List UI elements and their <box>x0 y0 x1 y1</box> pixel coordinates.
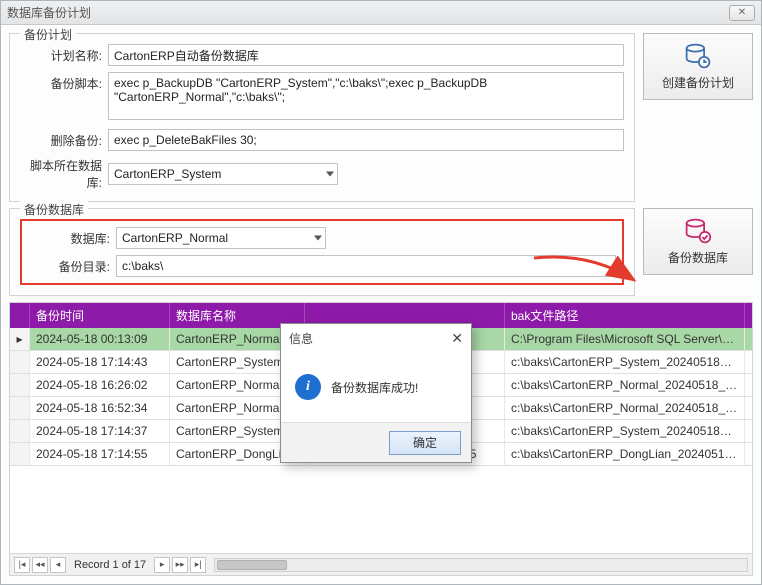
create-backup-plan-label: 创建备份计划 <box>662 74 734 91</box>
cell-bakpath: c:\baks\CartonERP_Normal_20240518_16 <box>505 397 745 419</box>
label-script: 备份脚本: <box>20 72 108 92</box>
label-script-db: 脚本所在数据库: <box>20 157 108 191</box>
cell-bakpath: c:\baks\CartonERP_System_20240518_17 <box>505 351 745 373</box>
grid-navigator: |◂ ◂◂ ◂ Record 1 of 17 ▸ ▸▸ ▸| <box>10 553 752 575</box>
cell-time: 2024-05-18 17:14:37 <box>30 420 170 442</box>
content-area: 备份计划 计划名称: 备份脚本: 删除备份: 脚本所在数据库: <box>1 25 761 584</box>
cell-bakpath: c:\baks\CartonERP_DongLian_20240518_1 <box>505 443 745 465</box>
cell-time: 2024-05-18 00:13:09 <box>30 328 170 350</box>
grid-hscroll-thumb[interactable] <box>217 560 287 570</box>
modal-message: 备份数据库成功! <box>331 379 418 396</box>
window-close-button[interactable]: ✕ <box>729 5 755 21</box>
input-backup-script[interactable] <box>108 72 624 120</box>
group-backup-plan: 备份计划 计划名称: 备份脚本: 删除备份: 脚本所在数据库: <box>9 33 635 202</box>
label-db: 数据库: <box>28 230 116 247</box>
row-marker <box>10 397 30 419</box>
nav-prev-button[interactable]: ◂ <box>50 557 66 573</box>
group-backup-db: 备份数据库 数据库: 备份目录: <box>9 208 635 296</box>
grid-hscrollbar[interactable] <box>214 558 748 572</box>
modal-close-icon[interactable]: ✕ <box>451 330 463 347</box>
nav-next-page-button[interactable]: ▸▸ <box>172 557 188 573</box>
combo-script-db[interactable] <box>108 163 338 185</box>
window-title: 数据库备份计划 <box>7 4 729 21</box>
cell-time: 2024-05-18 17:14:55 <box>30 443 170 465</box>
backup-database-label: 备份数据库 <box>668 249 728 266</box>
top-section: 备份计划 计划名称: 备份脚本: 删除备份: 脚本所在数据库: <box>9 33 753 202</box>
modal-body: i 备份数据库成功! <box>281 352 471 422</box>
modal-titlebar: 信息 ✕ <box>281 324 471 352</box>
group-backup-plan-legend: 备份计划 <box>20 26 76 43</box>
info-modal: 信息 ✕ i 备份数据库成功! 确定 <box>280 323 472 463</box>
modal-footer: 确定 <box>281 422 471 462</box>
nav-prev-page-button[interactable]: ◂◂ <box>32 557 48 573</box>
cell-bakpath: c:\baks\CartonERP_Normal_20240518_16 <box>505 374 745 396</box>
cell-bakpath: c:\baks\CartonERP_System_20240518_17 <box>505 420 745 442</box>
input-backup-dir[interactable] <box>116 255 616 277</box>
titlebar: 数据库备份计划 ✕ <box>1 1 761 25</box>
row-marker <box>10 351 30 373</box>
row-marker: ▸ <box>10 328 30 350</box>
modal-title: 信息 <box>289 330 451 347</box>
grid-header-marker <box>10 303 30 328</box>
cell-time: 2024-05-18 16:26:02 <box>30 374 170 396</box>
backup-plan-window: 数据库备份计划 ✕ 备份计划 计划名称: 备份脚本: 删除备份: <box>0 0 762 585</box>
group2-section: 备份数据库 数据库: 备份目录: <box>9 208 753 296</box>
label-delete-bak: 删除备份: <box>20 132 108 149</box>
row-marker <box>10 420 30 442</box>
row-marker <box>10 374 30 396</box>
combo-db[interactable] <box>116 227 326 249</box>
nav-next-button[interactable]: ▸ <box>154 557 170 573</box>
input-delete-bak[interactable] <box>108 129 624 151</box>
label-plan-name: 计划名称: <box>20 47 108 64</box>
right-button-panel-top: 创建备份计划 <box>643 33 753 202</box>
label-backup-dir: 备份目录: <box>28 258 116 275</box>
info-icon: i <box>295 374 321 400</box>
row-marker <box>10 443 30 465</box>
database-backup-icon <box>684 217 712 245</box>
database-plan-icon <box>684 42 712 70</box>
nav-first-button[interactable]: |◂ <box>14 557 30 573</box>
create-backup-plan-button[interactable]: 创建备份计划 <box>643 33 753 100</box>
modal-ok-button[interactable]: 确定 <box>389 431 461 455</box>
group-backup-db-legend: 备份数据库 <box>20 201 88 218</box>
nav-last-button[interactable]: ▸| <box>190 557 206 573</box>
grid-header-time[interactable]: 备份时间 <box>30 303 170 328</box>
top-left: 备份计划 计划名称: 备份脚本: 删除备份: 脚本所在数据库: <box>9 33 635 202</box>
nav-record-text: Record 1 of 17 <box>74 559 146 571</box>
input-plan-name[interactable] <box>108 44 624 66</box>
highlight-box: 数据库: 备份目录: <box>20 219 624 285</box>
cell-bakpath: C:\Program Files\Microsoft SQL Server\MS… <box>505 328 745 350</box>
grid-header-bakpath[interactable]: bak文件路径 <box>505 303 745 328</box>
cell-time: 2024-05-18 16:52:34 <box>30 397 170 419</box>
backup-database-button[interactable]: 备份数据库 <box>643 208 753 275</box>
right-button-panel-bottom: 备份数据库 <box>643 208 753 296</box>
cell-time: 2024-05-18 17:14:43 <box>30 351 170 373</box>
